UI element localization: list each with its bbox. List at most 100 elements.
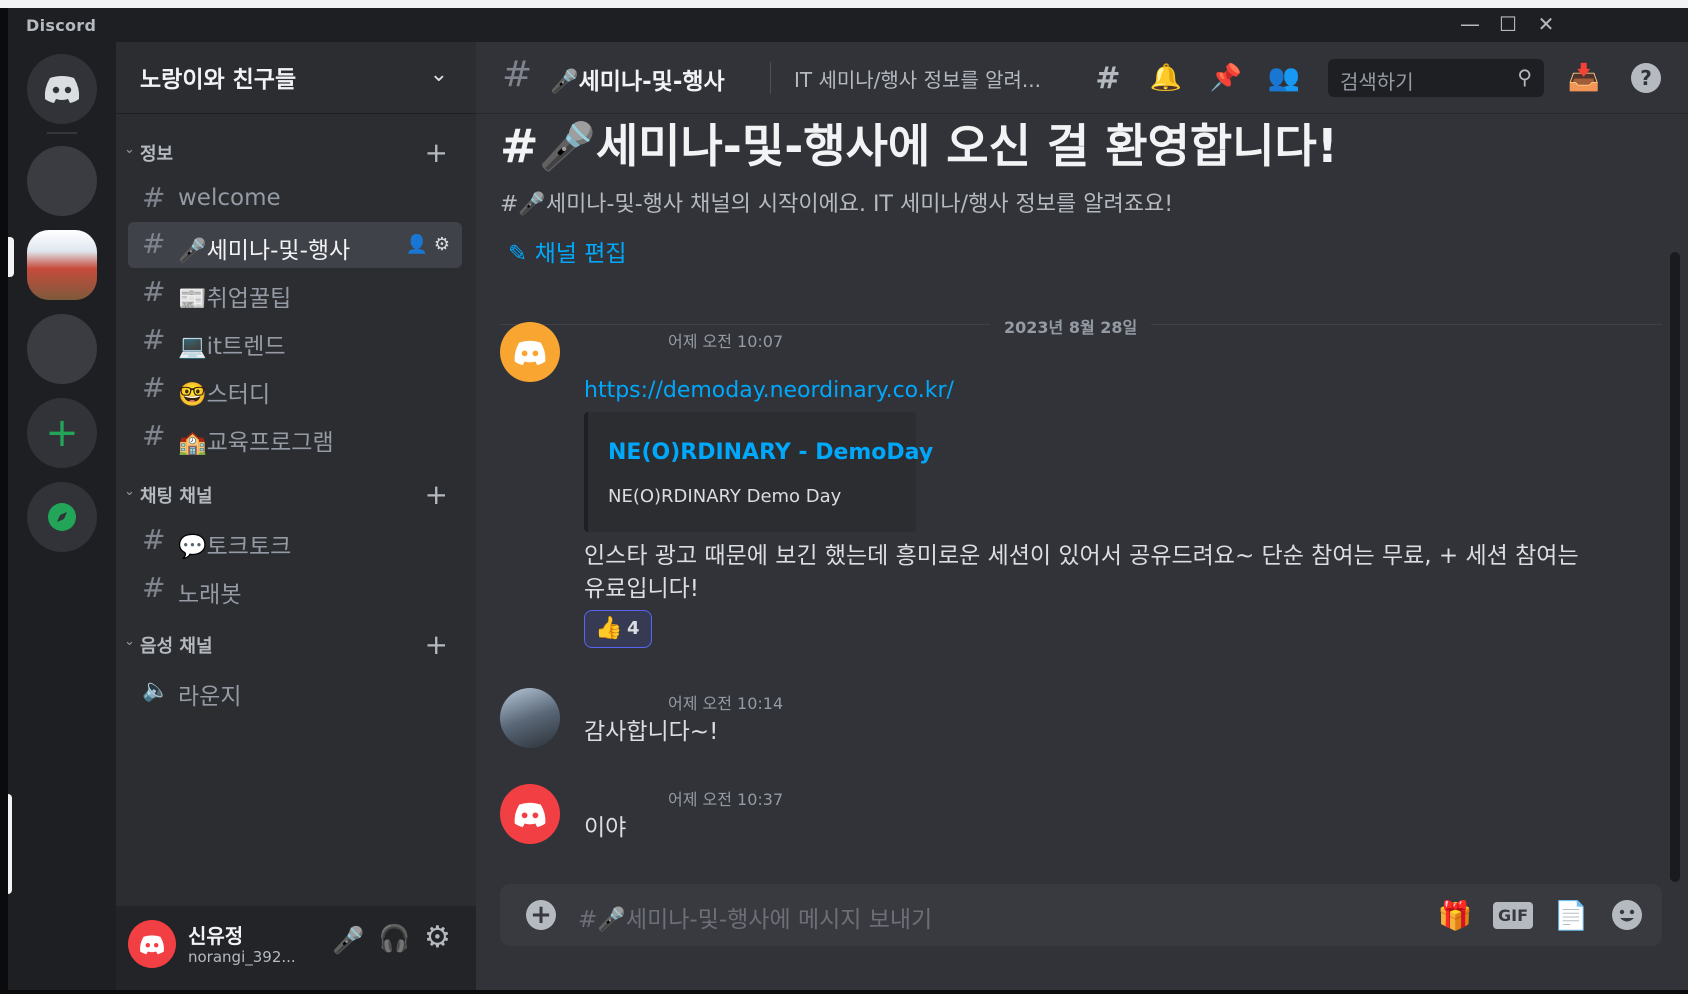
server-icon-3[interactable] <box>27 314 97 384</box>
svg-text:?: ? <box>1640 66 1652 90</box>
avatar[interactable] <box>128 920 176 968</box>
discord-logo-icon <box>140 934 164 954</box>
server-list-separator <box>47 132 77 134</box>
channel-talk[interactable]: # 💬토크토크 <box>128 518 462 564</box>
minimize-icon[interactable]: — <box>1455 12 1485 36</box>
message-timestamp: 어제 오전 10:14 <box>668 694 784 713</box>
inbox-icon[interactable]: 📥 <box>1566 60 1602 96</box>
date-divider-label: 2023년 8월 28일 <box>990 314 1152 338</box>
avatar[interactable] <box>500 322 560 382</box>
channel-name: 🏫교육프로그램 <box>178 430 334 456</box>
channel-name: 💻it트렌드 <box>178 334 286 360</box>
emoji-icon[interactable] <box>1610 898 1644 932</box>
category-voice[interactable]: ⌄ 음성 채널 + <box>122 628 462 661</box>
channel-welcome[interactable]: # welcome <box>128 176 462 222</box>
invite-icon[interactable]: 👤 <box>406 234 428 255</box>
channel-name: 노래봇 <box>178 582 242 608</box>
channel-seminar[interactable]: # 🎤세미나-및-행사 👤 ⚙ <box>128 222 462 268</box>
search-icon: ⚲ <box>1517 65 1532 89</box>
message-composer[interactable]: + #🎤세미나-및-행사에 메시지 보내기 🎁 GIF 📄 <box>500 884 1662 946</box>
channel-karaoke[interactable]: # 노래봇 <box>128 566 462 612</box>
link-embed: NE(O)RDINARY - DemoDay NE(O)RDINARY Demo… <box>584 412 933 532</box>
hash-icon: # <box>142 571 166 604</box>
plus-icon: + <box>45 410 79 456</box>
server-icon-1[interactable] <box>27 146 97 216</box>
sticker-icon[interactable]: 📄 <box>1554 898 1589 932</box>
message-link[interactable]: https://demoday.neordinary.co.kr/ <box>584 378 954 403</box>
bell-icon[interactable]: 🔔 <box>1148 60 1184 96</box>
add-channel-icon[interactable]: + <box>425 478 448 511</box>
message-input-placeholder[interactable]: #🎤세미나-및-행사에 메시지 보내기 <box>578 900 932 934</box>
channel-name: 💬토크토크 <box>178 534 292 560</box>
explore-servers-button[interactable] <box>27 482 97 552</box>
discord-logo-icon <box>514 340 546 365</box>
gif-button[interactable]: GIF <box>1493 898 1534 932</box>
hash-icon: # <box>502 54 533 95</box>
title-bar: Discord — ☐ ✕ <box>8 8 1688 42</box>
message-timestamp: 어제 오전 10:07 <box>668 332 784 351</box>
server-icon-norangi[interactable] <box>27 230 97 300</box>
channel-ittrend[interactable]: # 💻it트렌드 <box>128 318 462 364</box>
header-divider <box>770 62 771 94</box>
chevron-down-icon: ⌄ <box>429 62 448 87</box>
channel-topic[interactable]: IT 세미나/행사 정보를 알려... <box>794 64 1041 93</box>
message-text: 인스타 광고 때문에 보긴 했는데 흥미로운 세션이 있어서 공유드려요~ 단순… <box>584 543 1579 602</box>
add-server-button[interactable]: + <box>27 398 97 468</box>
channel-edu[interactable]: # 🏫교육프로그램 <box>128 414 462 460</box>
add-channel-icon[interactable]: + <box>425 628 448 661</box>
gear-icon[interactable]: ⚙ <box>424 920 451 955</box>
gear-icon[interactable]: ⚙ <box>434 234 450 255</box>
mute-mic-icon[interactable]: 🎤 <box>332 926 364 956</box>
discord-logo-icon <box>44 76 80 103</box>
headphones-icon[interactable]: 🎧 <box>378 924 410 954</box>
chat-area: # 🎤세미나-및-행사 IT 세미나/행사 정보를 알려... # 🔔 📌 👥 … <box>476 42 1688 990</box>
channel-jobtips[interactable]: # 📰취업꿀팁 <box>128 270 462 316</box>
hash-icon: # <box>142 227 166 260</box>
close-icon[interactable]: ✕ <box>1531 12 1561 36</box>
embed-title[interactable]: NE(O)RDINARY - DemoDay <box>608 440 933 465</box>
pin-icon[interactable]: 📌 <box>1208 60 1244 96</box>
thumbs-up-icon: 👍 <box>595 616 623 641</box>
channel-name: 🤓스터디 <box>178 382 271 408</box>
message-text: 이야 <box>584 815 627 841</box>
category-label: 정보 <box>140 144 174 165</box>
channel-name: 📰취업꿀팁 <box>178 286 292 312</box>
upload-plus-icon[interactable]: + <box>526 900 556 930</box>
question-icon: ? <box>1631 63 1661 93</box>
hash-icon: # <box>142 323 166 356</box>
server-name: 노랑이와 친구들 <box>140 67 297 93</box>
category-chat[interactable]: ⌄ 채팅 채널 + <box>122 478 462 511</box>
gift-icon[interactable]: 🎁 <box>1438 898 1473 932</box>
app-title: Discord <box>26 16 97 35</box>
embed-description: NE(O)RDINARY Demo Day <box>608 486 842 507</box>
server-list: + <box>8 42 116 990</box>
edit-channel-button[interactable]: ✎ 채널 편집 <box>508 234 627 268</box>
channel-name: 🎤세미나-및-행사 <box>178 238 351 264</box>
server-list-indicator <box>8 794 12 894</box>
avatar[interactable] <box>500 784 560 844</box>
help-icon[interactable]: ? <box>1628 60 1664 96</box>
chevron-down-icon: ⌄ <box>124 142 135 157</box>
search-input[interactable]: 검색하기 ⚲ <box>1328 59 1544 97</box>
message-timestamp: 어제 오전 10:37 <box>668 790 784 809</box>
home-button[interactable] <box>27 54 97 124</box>
avatar[interactable] <box>500 688 560 748</box>
speaker-icon: 🔈 <box>142 678 170 703</box>
server-header[interactable]: 노랑이와 친구들 ⌄ <box>116 42 476 114</box>
channel-sidebar: 노랑이와 친구들 ⌄ ⌄ 정보 + # welcome # 🎤세미나-및-행사 … <box>116 42 476 906</box>
threads-icon[interactable]: # <box>1090 60 1126 96</box>
add-channel-icon[interactable]: + <box>425 136 448 169</box>
channel-study[interactable]: # 🤓스터디 <box>128 366 462 412</box>
welcome-subtitle: #🎤세미나-및-행사 채널의 시작이에요. IT 세미나/행사 정보를 알려죠요… <box>500 192 1174 217</box>
reaction-button[interactable]: 👍 4 <box>584 610 652 648</box>
chat-scrollbar[interactable] <box>1670 252 1680 882</box>
maximize-icon[interactable]: ☐ <box>1493 12 1523 36</box>
selected-server-pill <box>8 237 14 277</box>
welcome-title: #🎤세미나-및-행사에 오신 걸 환영합니다! <box>500 119 1338 173</box>
category-info[interactable]: ⌄ 정보 + <box>122 136 462 169</box>
voice-channel-lounge[interactable]: 🔈 라운지 <box>128 668 462 714</box>
member-list-icon[interactable]: 👥 <box>1266 60 1302 96</box>
discord-logo-icon <box>514 802 546 827</box>
hash-icon: # <box>142 523 166 556</box>
channel-title: 🎤세미나-및-행사 <box>550 69 725 95</box>
